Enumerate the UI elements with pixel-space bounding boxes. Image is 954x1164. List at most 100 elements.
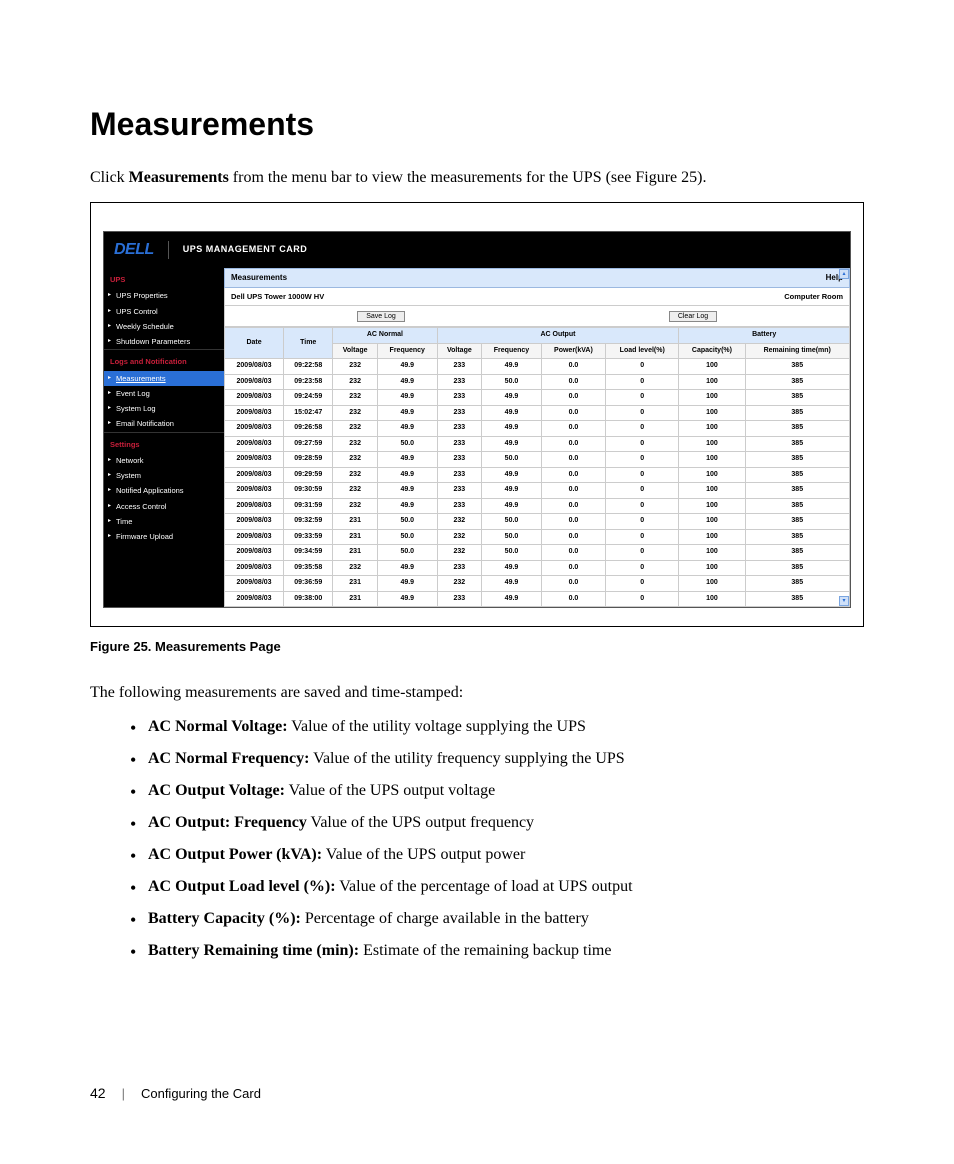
table-cell: 100	[679, 498, 745, 514]
intro-pre: Click	[90, 169, 129, 186]
table-cell: 232	[333, 483, 378, 499]
col-an-voltage: Voltage	[333, 343, 378, 359]
table-cell: 0.0	[541, 359, 605, 375]
sidebar-item[interactable]: System	[104, 468, 224, 483]
table-cell: 232	[437, 514, 482, 530]
table-cell: 0	[606, 421, 679, 437]
table-cell: 231	[333, 529, 378, 545]
table-cell: 0	[606, 514, 679, 530]
bullet-term: AC Output Load level (%):	[148, 878, 336, 895]
table-cell: 231	[333, 591, 378, 607]
col-remaining: Remaining time(mn)	[745, 343, 849, 359]
list-item: AC Normal Frequency: Value of the utilit…	[130, 747, 864, 771]
sidebar-item[interactable]: UPS Control	[104, 304, 224, 319]
table-cell: 100	[679, 359, 745, 375]
col-ac-normal: AC Normal	[333, 328, 437, 344]
table-cell: 2009/08/03	[225, 514, 284, 530]
col-battery: Battery	[679, 328, 850, 344]
table-cell: 49.9	[377, 591, 437, 607]
table-cell: 100	[679, 421, 745, 437]
bullet-term: AC Output: Frequency	[148, 814, 307, 831]
table-cell: 50.0	[377, 529, 437, 545]
table-row: 2009/08/0309:23:5823249.923350.00.001003…	[225, 374, 850, 390]
table-cell: 49.9	[482, 390, 542, 406]
table-cell: 385	[745, 529, 849, 545]
table-cell: 0.0	[541, 591, 605, 607]
scroll-down-icon[interactable]: ▾	[839, 596, 849, 606]
table-cell: 385	[745, 591, 849, 607]
sidebar-item[interactable]: System Log	[104, 401, 224, 416]
clear-log-button[interactable]: Clear Log	[669, 311, 717, 322]
table-cell: 09:29:59	[284, 467, 333, 483]
table-cell: 09:33:59	[284, 529, 333, 545]
table-cell: 0	[606, 591, 679, 607]
table-cell: 232	[333, 374, 378, 390]
table-cell: 2009/08/03	[225, 545, 284, 561]
sidebar-section-title: UPS	[104, 268, 224, 288]
col-ac-output: AC Output	[437, 328, 679, 344]
table-cell: 0.0	[541, 498, 605, 514]
table-cell: 100	[679, 560, 745, 576]
table-cell: 0.0	[541, 467, 605, 483]
sidebar-item[interactable]: Event Log	[104, 386, 224, 401]
table-cell: 385	[745, 374, 849, 390]
table-cell: 2009/08/03	[225, 560, 284, 576]
col-ao-voltage: Voltage	[437, 343, 482, 359]
header-divider	[168, 241, 169, 259]
table-cell: 49.9	[377, 421, 437, 437]
table-cell: 0.0	[541, 452, 605, 468]
col-power: Power(kVA)	[541, 343, 605, 359]
table-cell: 0	[606, 483, 679, 499]
table-cell: 09:32:59	[284, 514, 333, 530]
intro-post: from the menu bar to view the measuremen…	[229, 169, 707, 186]
sidebar-section-title: Settings	[104, 432, 224, 453]
table-cell: 232	[333, 390, 378, 406]
sidebar-item[interactable]: Network	[104, 453, 224, 468]
table-cell: 385	[745, 576, 849, 592]
table-cell: 0.0	[541, 374, 605, 390]
bullet-desc: Value of the UPS output voltage	[285, 782, 495, 799]
scroll-up-icon[interactable]: ▴	[839, 269, 849, 279]
table-cell: 49.9	[482, 405, 542, 421]
table-cell: 0	[606, 390, 679, 406]
table-cell: 232	[333, 436, 378, 452]
sidebar-item[interactable]: Firmware Upload	[104, 529, 224, 544]
page-number: 42	[90, 1083, 106, 1104]
sidebar-item[interactable]: UPS Properties	[104, 288, 224, 303]
col-date: Date	[225, 328, 284, 359]
device-name: Dell UPS Tower 1000W HV	[231, 291, 324, 302]
table-cell: 2009/08/03	[225, 390, 284, 406]
table-cell: 100	[679, 436, 745, 452]
table-cell: 0	[606, 498, 679, 514]
list-item: AC Output Voltage: Value of the UPS outp…	[130, 779, 864, 803]
table-cell: 50.0	[377, 514, 437, 530]
table-cell: 233	[437, 498, 482, 514]
table-cell: 385	[745, 483, 849, 499]
table-cell: 15:02:47	[284, 405, 333, 421]
table-cell: 385	[745, 390, 849, 406]
sidebar-item[interactable]: Shutdown Parameters	[104, 334, 224, 349]
bullet-term: AC Normal Frequency:	[148, 750, 309, 767]
sidebar-item[interactable]: Time	[104, 514, 224, 529]
sidebar-item[interactable]: Weekly Schedule	[104, 319, 224, 334]
table-cell: 0	[606, 529, 679, 545]
table-cell: 0	[606, 359, 679, 375]
save-log-button[interactable]: Save Log	[357, 311, 405, 322]
table-cell: 100	[679, 483, 745, 499]
table-cell: 0	[606, 436, 679, 452]
sidebar-item[interactable]: Measurements	[104, 371, 224, 386]
table-cell: 385	[745, 498, 849, 514]
intro-paragraph: Click Measurements from the menu bar to …	[90, 166, 864, 190]
sidebar-item[interactable]: Email Notification	[104, 416, 224, 431]
table-cell: 49.9	[377, 390, 437, 406]
followup-paragraph: The following measurements are saved and…	[90, 681, 864, 705]
sidebar-item[interactable]: Access Control	[104, 499, 224, 514]
table-row: 2009/08/0309:26:5823249.923349.90.001003…	[225, 421, 850, 437]
table-cell: 231	[333, 514, 378, 530]
sidebar-item[interactable]: Notified Applications	[104, 483, 224, 498]
table-cell: 0	[606, 576, 679, 592]
panel-title: Measurements	[231, 272, 287, 284]
table-row: 2009/08/0309:35:5823249.923349.90.001003…	[225, 560, 850, 576]
table-cell: 0.0	[541, 421, 605, 437]
table-cell: 385	[745, 405, 849, 421]
